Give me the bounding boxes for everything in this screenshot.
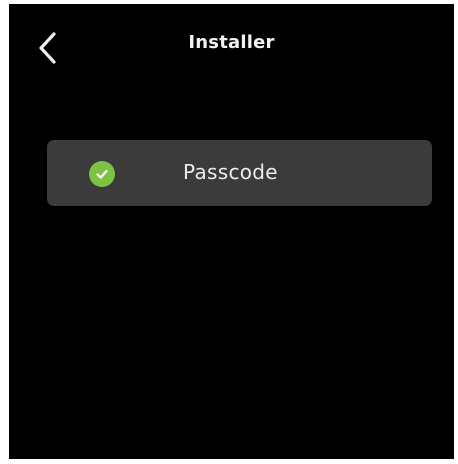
check-circle-icon — [89, 161, 115, 187]
menu-item-passcode[interactable]: Passcode — [47, 140, 432, 206]
device-screen: Installer Passcode — [9, 4, 454, 459]
menu-item-label: Passcode — [183, 160, 278, 184]
page-title: Installer — [188, 32, 275, 53]
header: Installer — [9, 4, 454, 84]
